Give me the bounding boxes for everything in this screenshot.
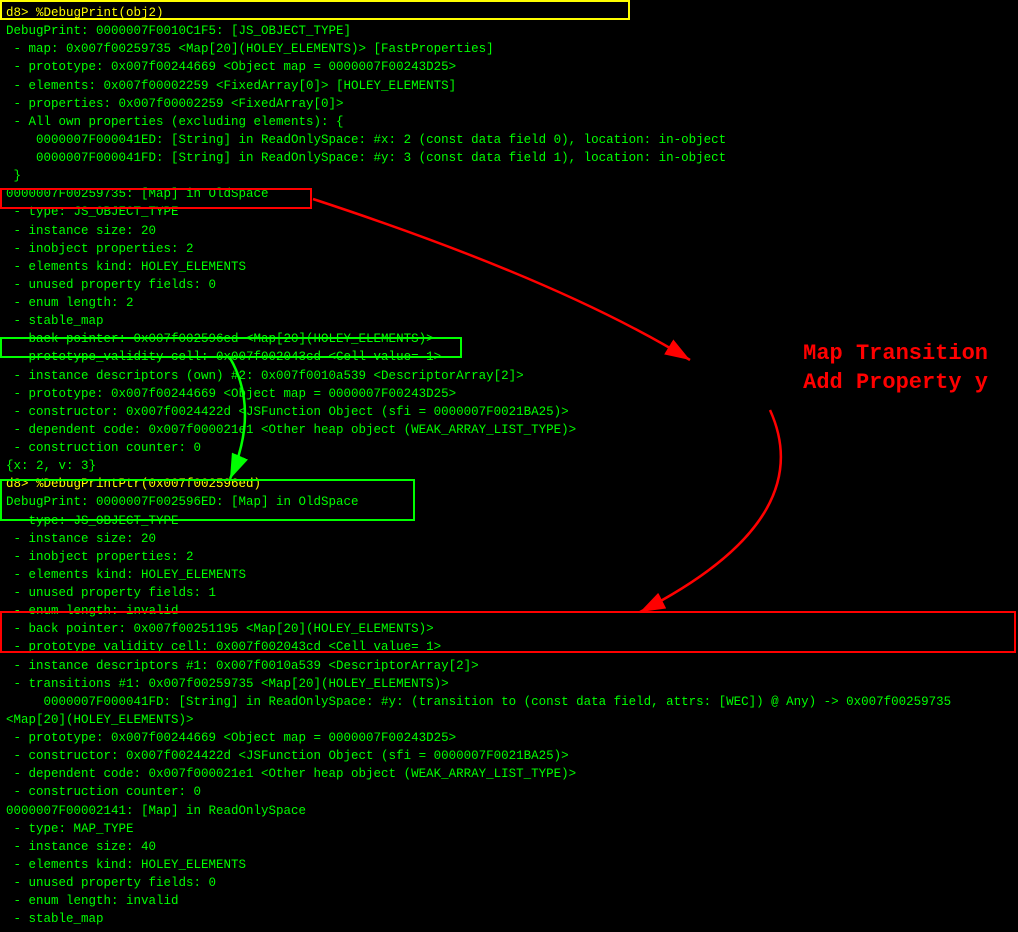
- terminal-line-36: - instance descriptors #1: 0x007f0010a53…: [6, 657, 1012, 675]
- terminal-line-45: - type: MAP_TYPE: [6, 820, 1012, 838]
- terminal-line-14: - elements kind: HOLEY_ELEMENTS: [6, 258, 1012, 276]
- terminal-line-10: 0000007F00259735: [Map] in OldSpace: [6, 185, 1012, 203]
- terminal-line-43: - construction counter: 0: [6, 783, 1012, 801]
- terminal-line-0: d8> %DebugPrint(obj2): [6, 4, 1012, 22]
- terminal-line-42: - dependent code: 0x007f000021e1 <Other …: [6, 765, 1012, 783]
- terminal-line-12: - instance size: 20: [6, 222, 1012, 240]
- terminal-line-26: d8> %DebugPrintPtr(0x007f002596ed): [6, 475, 1012, 493]
- terminal-line-28: - type: JS_OBJECT_TYPE: [6, 512, 1012, 530]
- terminal-line-16: - enum length: 2: [6, 294, 1012, 312]
- terminal-line-3: - prototype: 0x007f00244669 <Object map …: [6, 58, 1012, 76]
- terminal-line-6: - All own properties (excluding elements…: [6, 113, 1012, 131]
- terminal-line-17: - stable_map: [6, 312, 1012, 330]
- terminal-line-38: 0000007F000041FD: [String] in ReadOnlySp…: [6, 693, 1012, 711]
- terminal-line-25: {x: 2, v: 3}: [6, 457, 1012, 475]
- terminal-line-29: - instance size: 20: [6, 530, 1012, 548]
- terminal-line-5: - properties: 0x007f00002259 <FixedArray…: [6, 95, 1012, 113]
- terminal-line-15: - unused property fields: 0: [6, 276, 1012, 294]
- terminal-line-39: <Map[20](HOLEY_ELEMENTS)>: [6, 711, 1012, 729]
- terminal-line-11: - type: JS_OBJECT_TYPE: [6, 203, 1012, 221]
- terminal-line-48: - unused property fields: 0: [6, 874, 1012, 892]
- terminal-line-40: - prototype: 0x007f00244669 <Object map …: [6, 729, 1012, 747]
- terminal-line-22: - constructor: 0x007f0024422d <JSFunctio…: [6, 403, 1012, 421]
- terminal-line-2: - map: 0x007f00259735 <Map[20](HOLEY_ELE…: [6, 40, 1012, 58]
- terminal-line-7: 0000007F000041ED: [String] in ReadOnlySp…: [6, 131, 1012, 149]
- terminal-line-35: - prototype_validity cell: 0x007f002043c…: [6, 638, 1012, 656]
- terminal-line-31: - elements kind: HOLEY_ELEMENTS: [6, 566, 1012, 584]
- terminal-line-27: DebugPrint: 0000007F002596ED: [Map] in O…: [6, 493, 1012, 511]
- terminal-line-1: DebugPrint: 0000007F0010C1F5: [JS_OBJECT…: [6, 22, 1012, 40]
- terminal-line-13: - inobject properties: 2: [6, 240, 1012, 258]
- terminal-line-32: - unused property fields: 1: [6, 584, 1012, 602]
- terminal-line-41: - constructor: 0x007f0024422d <JSFunctio…: [6, 747, 1012, 765]
- terminal-line-24: - construction counter: 0: [6, 439, 1012, 457]
- terminal: d8> %DebugPrint(obj2)DebugPrint: 0000007…: [0, 0, 1018, 932]
- terminal-line-44: 0000007F00002141: [Map] in ReadOnlySpace: [6, 802, 1012, 820]
- terminal-line-50: - stable_map: [6, 910, 1012, 928]
- terminal-line-4: - elements: 0x007f00002259 <FixedArray[0…: [6, 77, 1012, 95]
- annotation-map-transition: Map Transition Add Property y: [803, 340, 988, 397]
- terminal-line-8: 0000007F000041FD: [String] in ReadOnlySp…: [6, 149, 1012, 167]
- terminal-line-33: - enum length: invalid: [6, 602, 1012, 620]
- terminal-line-37: - transitions #1: 0x007f00259735 <Map[20…: [6, 675, 1012, 693]
- terminal-line-23: - dependent code: 0x007f000021e1 <Other …: [6, 421, 1012, 439]
- terminal-line-49: - enum length: invalid: [6, 892, 1012, 910]
- terminal-line-34: - back pointer: 0x007f00251195 <Map[20](…: [6, 620, 1012, 638]
- terminal-line-47: - elements kind: HOLEY_ELEMENTS: [6, 856, 1012, 874]
- terminal-line-46: - instance size: 40: [6, 838, 1012, 856]
- terminal-line-30: - inobject properties: 2: [6, 548, 1012, 566]
- terminal-line-9: }: [6, 167, 1012, 185]
